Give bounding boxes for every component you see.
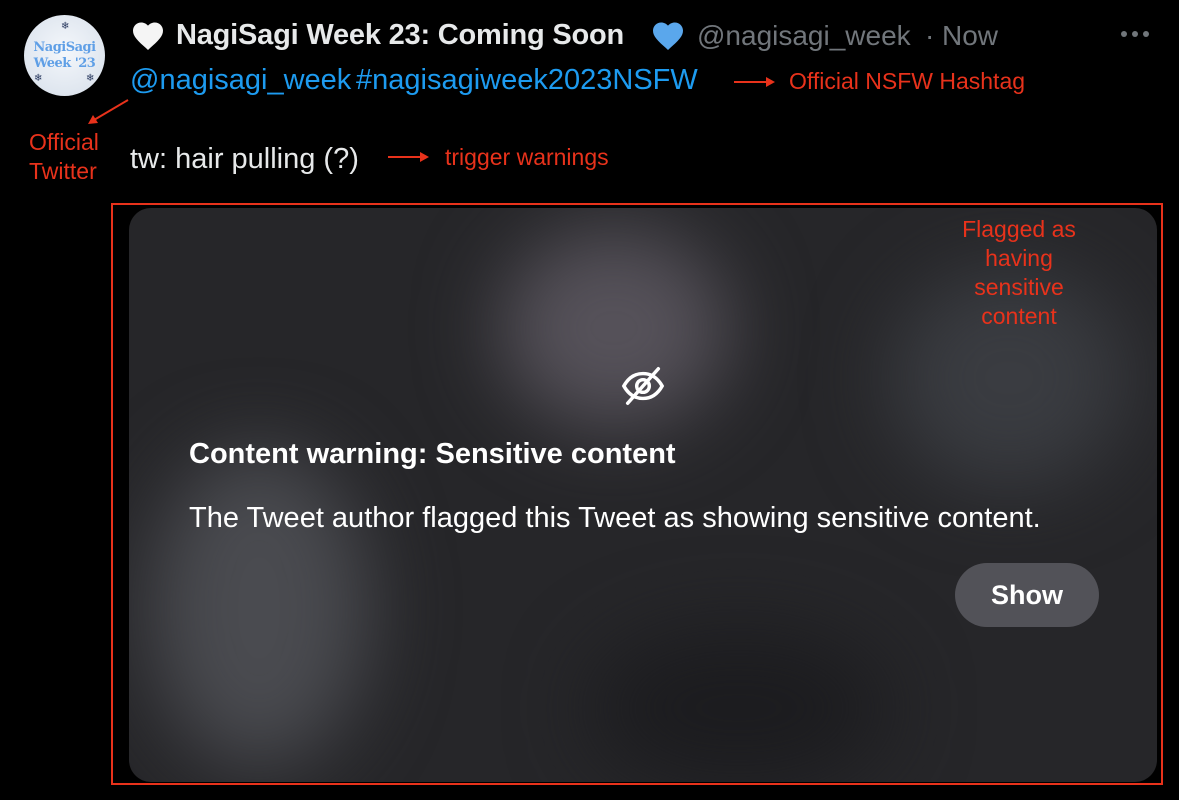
annotation-hashtag: Official NSFW Hashtag	[789, 68, 1026, 94]
more-dot	[1143, 31, 1149, 37]
hashtag-link[interactable]: #nagisagiweek2023NSFW	[356, 64, 698, 97]
annotation-official: Official Twitter	[29, 129, 99, 184]
timestamp[interactable]: Now	[942, 20, 998, 52]
annotation-arrow	[88, 99, 129, 124]
display-name[interactable]: NagiSagi Week 23: Coming Soon	[176, 19, 624, 52]
snowflake-icon: ❄	[61, 21, 70, 32]
white-heart-icon	[133, 22, 163, 50]
content-warning-title: Content warning: Sensitive content	[189, 438, 676, 470]
mention-link[interactable]: @nagisagi_week	[130, 64, 351, 97]
user-handle[interactable]: @nagisagi_week	[697, 20, 911, 52]
avatar[interactable]: ❄ ❄ ❄ NagiSagi Week '23	[24, 15, 105, 96]
annotation-arrow	[734, 77, 775, 87]
snowflake-icon: ❄	[86, 73, 95, 84]
eye-off-icon	[621, 367, 665, 405]
snowflake-icon: ❄	[34, 73, 43, 84]
annotation-arrow	[388, 152, 429, 162]
annotation-trigger: trigger warnings	[445, 144, 609, 170]
content-warning-description: The Tweet author flagged this Tweet as s…	[189, 502, 1041, 534]
more-horizontal-icon[interactable]	[1121, 24, 1157, 44]
avatar-text-line2: Week '23	[33, 56, 96, 71]
annotation-flagged: Flagged as having sensitive content	[962, 216, 1076, 329]
separator-dot: ·	[925, 20, 935, 51]
more-dot	[1121, 31, 1127, 37]
show-button[interactable]: Show	[955, 563, 1099, 627]
avatar-text-line1: NagiSagi	[33, 40, 96, 55]
blue-heart-icon	[653, 22, 683, 50]
more-dot	[1132, 31, 1138, 37]
tweet-body-text: tw: hair pulling (?)	[130, 143, 359, 175]
